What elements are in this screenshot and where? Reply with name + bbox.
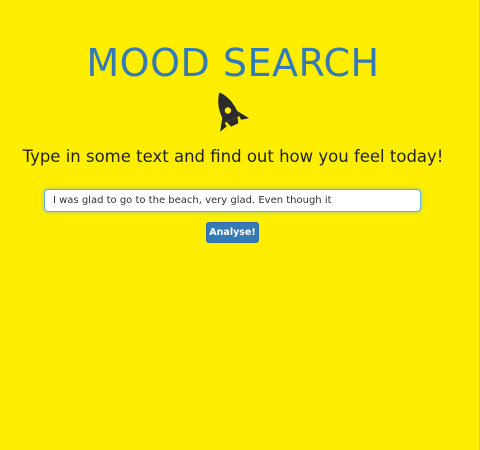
page: MOOD SEARCH Type in some text and find o… — [0, 0, 480, 450]
page-title: MOOD SEARCH — [86, 41, 380, 85]
analyse-button[interactable]: Analyse! — [206, 222, 259, 243]
rocket-icon — [218, 92, 250, 132]
page-subtitle: Type in some text and find out how you f… — [22, 147, 444, 166]
mood-text-input[interactable] — [44, 189, 421, 212]
